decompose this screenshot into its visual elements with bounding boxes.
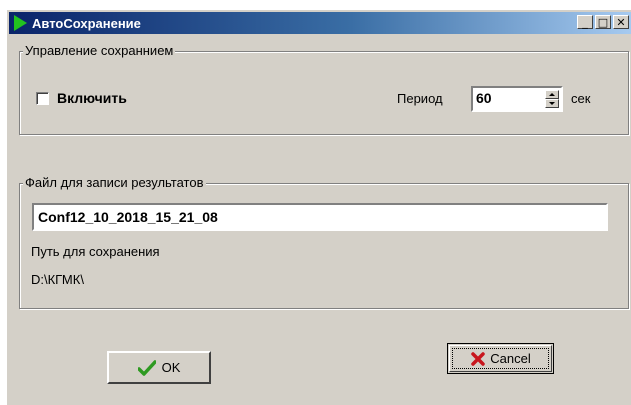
period-value: 60 [476, 90, 492, 106]
app-icon [14, 15, 27, 31]
file-group-legend: Файл для записи результатов [23, 175, 206, 190]
enable-checkbox[interactable] [36, 92, 49, 105]
title-bar[interactable]: АвтоСохранение _ □ ✕ [9, 12, 631, 34]
close-button[interactable]: ✕ [613, 15, 629, 29]
spin-down-button[interactable] [545, 99, 559, 108]
ok-label: OK [161, 360, 181, 375]
ok-button[interactable]: OK [107, 351, 211, 384]
seconds-unit-label: сек [571, 91, 591, 106]
file-name-value: Conf12_10_2018_15_21_08 [38, 209, 218, 225]
window-title: АвтоСохранение [32, 15, 141, 31]
save-control-legend: Управление сохраннием [23, 43, 176, 58]
spin-down-icon [549, 102, 555, 105]
checkmark-icon [137, 359, 156, 376]
period-spin-buttons [545, 90, 559, 108]
maximize-icon: □ [597, 15, 609, 29]
spin-up-icon [549, 93, 555, 96]
period-label: Период [397, 91, 443, 106]
period-spinner[interactable]: 60 [471, 86, 563, 112]
minimize-button[interactable]: _ [577, 15, 593, 29]
save-path-value: D:\КГМК\ [31, 272, 84, 287]
enable-label[interactable]: Включить [57, 90, 127, 106]
minimize-icon: _ [582, 15, 588, 29]
focus-rectangle [452, 348, 549, 369]
close-icon: ✕ [616, 15, 626, 29]
file-name-input[interactable]: Conf12_10_2018_15_21_08 [32, 203, 608, 231]
maximize-button[interactable]: □ [595, 15, 611, 29]
spin-up-button[interactable] [545, 90, 559, 99]
title-bar-controls: _ □ ✕ [577, 15, 629, 29]
autosave-window: АвтоСохранение _ □ ✕ Управление сохранни… [6, 9, 631, 405]
save-path-label: Путь для сохранения [31, 244, 160, 259]
cancel-button[interactable]: Cancel [447, 343, 554, 374]
